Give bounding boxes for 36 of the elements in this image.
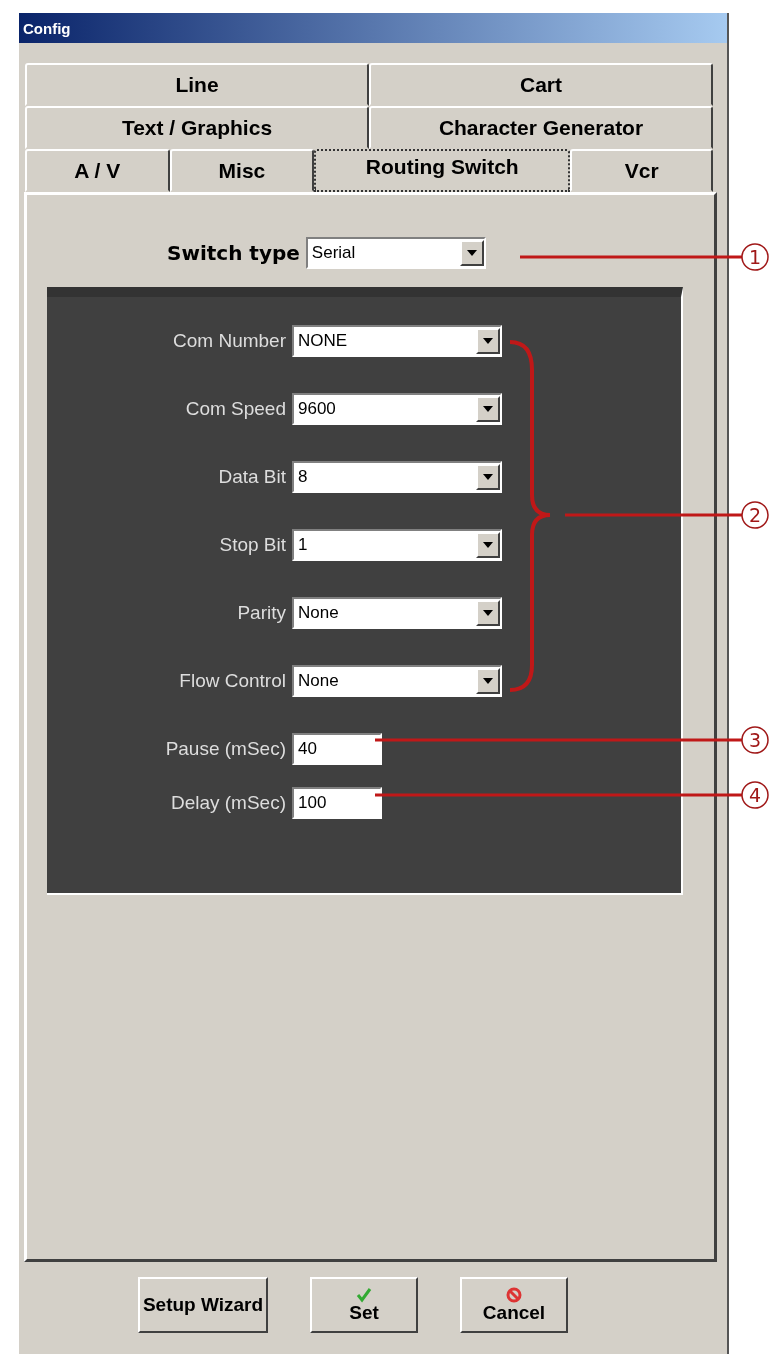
dialog-button[interactable]: Set: [310, 1277, 418, 1333]
no-entry-icon: [506, 1286, 522, 1303]
field-label: Switch type: [167, 241, 300, 265]
callout-number: 3: [741, 726, 769, 754]
input-field[interactable]: 40: [292, 733, 382, 765]
dropdown-field[interactable]: None: [292, 665, 502, 697]
tab[interactable]: Character Generator: [369, 106, 713, 149]
dropdown-field[interactable]: None: [292, 597, 502, 629]
tab[interactable]: Misc: [169, 149, 315, 192]
dropdown-field[interactable]: NONE: [292, 325, 502, 357]
callout-number: 1: [741, 243, 769, 271]
dropdown-field[interactable]: Serial: [305, 237, 486, 269]
tab[interactable]: Vcr: [570, 149, 713, 192]
checkmark-icon: [356, 1286, 372, 1303]
dropdown-field[interactable]: 8: [292, 461, 502, 493]
tab[interactable]: Cart: [369, 63, 713, 106]
callout-number: 4: [741, 781, 769, 809]
tab[interactable]: Text / Graphics: [25, 106, 369, 149]
field-label: Com Number: [172, 330, 287, 352]
field-label: Data Bit: [217, 466, 287, 488]
tab[interactable]: A / V: [25, 149, 170, 192]
field-label: Delay (mSec): [169, 792, 287, 814]
tab[interactable]: Routing Switch: [314, 149, 571, 192]
field-label: Flow Control: [178, 670, 287, 692]
field-label: Pause (mSec): [164, 738, 287, 760]
field-label: Stop Bit: [218, 534, 287, 556]
callout-number: 2: [741, 501, 769, 529]
field-label: Parity: [236, 602, 287, 624]
dialog-button[interactable]: Cancel: [460, 1277, 568, 1333]
window-title: Config: [19, 13, 727, 43]
dialog-button[interactable]: Setup Wizard: [138, 1277, 268, 1333]
dropdown-field[interactable]: 9600: [292, 393, 502, 425]
dropdown-field[interactable]: 1: [292, 529, 502, 561]
field-label: Com Speed: [184, 398, 287, 420]
tab[interactable]: Line: [25, 63, 369, 106]
input-field[interactable]: 100: [292, 787, 382, 819]
